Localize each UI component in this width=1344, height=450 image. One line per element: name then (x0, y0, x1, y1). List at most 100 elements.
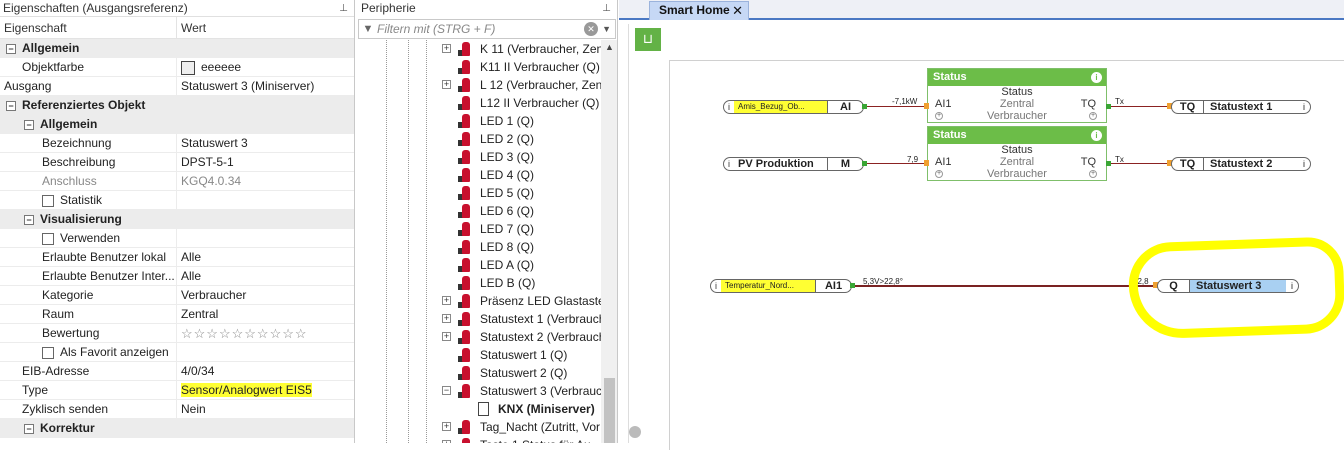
column-header-value[interactable]: Wert (177, 17, 206, 38)
section-referenziertes-objekt[interactable]: − Referenziertes Objekt (0, 96, 354, 115)
expand-icon[interactable]: + (442, 44, 451, 53)
tree-item[interactable]: + K 11 (Verbraucher, Zentral) (442, 40, 602, 58)
tree-item[interactable]: + Tag_Nacht (Zutritt, Vor (442, 418, 602, 436)
input-block-temperatur[interactable]: i Temperatur_Nord... AI1 (710, 279, 852, 293)
wire-value-label: -7,1kW (892, 97, 918, 106)
tree-item[interactable]: L12 II Verbraucher (Q) (442, 94, 602, 112)
tree-item[interactable]: +Taste 1 Status für Au (442, 436, 602, 443)
property-row[interactable]: Statistik (0, 191, 354, 210)
property-row[interactable]: Kategorie Verbraucher (0, 286, 354, 305)
section-korrektur[interactable]: − Korrektur (0, 419, 354, 438)
scroll-handle[interactable] (629, 426, 641, 438)
connector-dot[interactable] (1106, 161, 1111, 166)
chevron-down-icon[interactable]: ▼ (602, 24, 611, 34)
tree-item[interactable]: Statuswert 2 (Q) (442, 364, 602, 382)
connector-dot[interactable] (1106, 104, 1111, 109)
tree-item[interactable]: LED 5 (Q) (442, 184, 602, 202)
tree-item[interactable]: LED 7 (Q) (442, 220, 602, 238)
collapse-icon[interactable]: − (24, 214, 34, 225)
add-icon[interactable]: + (1089, 170, 1097, 178)
favorit-checkbox[interactable] (42, 346, 54, 359)
property-row[interactable]: Bewertung ☆☆☆☆☆☆☆☆☆☆ (0, 324, 354, 343)
section-allgemein[interactable]: − Allgemein (0, 39, 354, 58)
property-row[interactable]: Raum Zentral (0, 305, 354, 324)
connector-arrow[interactable] (924, 160, 929, 166)
tree-item[interactable]: LED 6 (Q) (442, 202, 602, 220)
tab-smart-home[interactable]: Smart Home ✕ (649, 1, 749, 20)
collapse-icon[interactable]: − (442, 386, 451, 395)
property-row[interactable]: Bezeichnung Statuswert 3 (0, 134, 354, 153)
info-icon[interactable]: i (711, 281, 721, 291)
property-row[interactable]: Erlaubte Benutzer Inter... Alle (0, 267, 354, 286)
property-row[interactable]: Als Favorit anzeigen (0, 343, 354, 362)
info-icon[interactable]: i (1298, 102, 1310, 112)
collapse-icon[interactable]: − (6, 100, 16, 111)
tree-item[interactable]: Statuswert 1 (Q) (442, 346, 602, 364)
connector-dot[interactable] (862, 104, 867, 109)
scrollbar-thumb[interactable] (604, 378, 615, 443)
collapse-icon[interactable]: − (6, 43, 16, 54)
add-icon[interactable]: + (1089, 112, 1097, 120)
device-icon (458, 366, 476, 380)
section-allgemein-sub[interactable]: − Allgemein (0, 115, 354, 134)
tree-item[interactable]: + Statustext 1 (Verbraucher) (442, 310, 602, 328)
property-row[interactable]: Verwenden (0, 229, 354, 248)
status-block-1[interactable]: Status i Status AI1 Zentral TQ + Verbraucher… (927, 68, 1107, 123)
expand-icon[interactable]: + (442, 422, 451, 431)
tree-item-label: Statuswert 1 (Q) (480, 348, 568, 362)
property-row[interactable]: Type Sensor/Analogwert EIS5 (0, 381, 354, 400)
status-block-2[interactable]: Status i Status AI1 Zentral TQ + Verbraucher… (927, 126, 1107, 181)
section-visualisierung[interactable]: − Visualisierung (0, 210, 354, 229)
connector-dot[interactable] (862, 161, 867, 166)
statistik-checkbox[interactable] (42, 194, 54, 207)
color-swatch[interactable] (181, 60, 195, 75)
info-icon[interactable]: i (1091, 72, 1102, 83)
clear-icon[interactable]: ✕ (584, 22, 599, 36)
input-block-amis[interactable]: i Amis_Bezug_Ob... AI (723, 100, 864, 114)
rating-stars[interactable]: ☆☆☆☆☆☆☆☆☆☆ (181, 326, 308, 341)
output-block-statustext-1[interactable]: TQ Statustext 1 i (1171, 100, 1311, 114)
tree-item[interactable]: LED 8 (Q) (442, 238, 602, 256)
expand-icon[interactable]: + (442, 314, 451, 323)
collapse-icon[interactable]: − (24, 119, 34, 130)
tree-item[interactable]: + L 12 (Verbraucher, Zentral) (442, 76, 602, 94)
tree-item[interactable]: LED 1 (Q) (442, 112, 602, 130)
expand-icon[interactable]: + (442, 296, 451, 305)
tree-item[interactable]: LED 2 (Q) (442, 130, 602, 148)
connector-dot[interactable] (850, 283, 855, 288)
property-row[interactable]: EIB-Adresse 4/0/34 (0, 362, 354, 381)
property-row[interactable]: Erlaubte Benutzer lokal Alle (0, 248, 354, 267)
tree-item[interactable]: LED A (Q) (442, 256, 602, 274)
filter-input[interactable]: ▼ Filtern mit (STRG + F) ✕ ▼ (358, 19, 616, 39)
info-icon[interactable]: i (1091, 130, 1102, 141)
expand-icon[interactable]: + (442, 332, 451, 341)
info-icon[interactable]: i (724, 102, 734, 112)
vertical-scrollbar[interactable]: ▲ (601, 40, 617, 443)
expand-icon[interactable]: + (442, 80, 451, 89)
tree-item[interactable]: LED 3 (Q) (442, 148, 602, 166)
property-row[interactable]: Ausgang Statuswert 3 (Miniserver) (0, 77, 354, 96)
connector-arrow[interactable] (924, 103, 929, 109)
pin-icon[interactable]: ⊥ (339, 0, 348, 17)
scroll-up-icon[interactable]: ▲ (605, 42, 614, 52)
tree-subitem[interactable]: KNX (Miniserver) (478, 400, 602, 418)
column-header-property[interactable]: Eigenschaft (0, 17, 177, 38)
tree-item[interactable]: + Präsenz LED Glastaster (442, 292, 602, 310)
tree-item[interactable]: + Statustext 2 (Verbraucher) (442, 328, 602, 346)
property-row[interactable]: Objektfarbe eeeeee (0, 58, 354, 77)
info-icon[interactable]: i (1298, 159, 1310, 169)
info-icon[interactable]: i (724, 159, 734, 169)
tree-item[interactable]: − Statuswert 3 (Verbraucher) (442, 382, 602, 400)
pin-icon[interactable]: ⊥ (602, 0, 611, 17)
input-block-pv[interactable]: i PV Produktion M (723, 157, 864, 171)
verwenden-checkbox[interactable] (42, 232, 54, 245)
collapse-icon[interactable]: − (24, 423, 34, 434)
close-icon[interactable]: ✕ (732, 2, 743, 19)
pin-icon[interactable]: ⊔ (635, 28, 661, 51)
tree-item[interactable]: K11 II Verbraucher (Q) (442, 58, 602, 76)
output-block-statustext-2[interactable]: TQ Statustext 2 i (1171, 157, 1311, 171)
tree-item[interactable]: LED 4 (Q) (442, 166, 602, 184)
property-row[interactable]: Beschreibung DPST-5-1 (0, 153, 354, 172)
tree-item[interactable]: LED B (Q) (442, 274, 602, 292)
property-row[interactable]: Zyklisch senden Nein (0, 400, 354, 419)
